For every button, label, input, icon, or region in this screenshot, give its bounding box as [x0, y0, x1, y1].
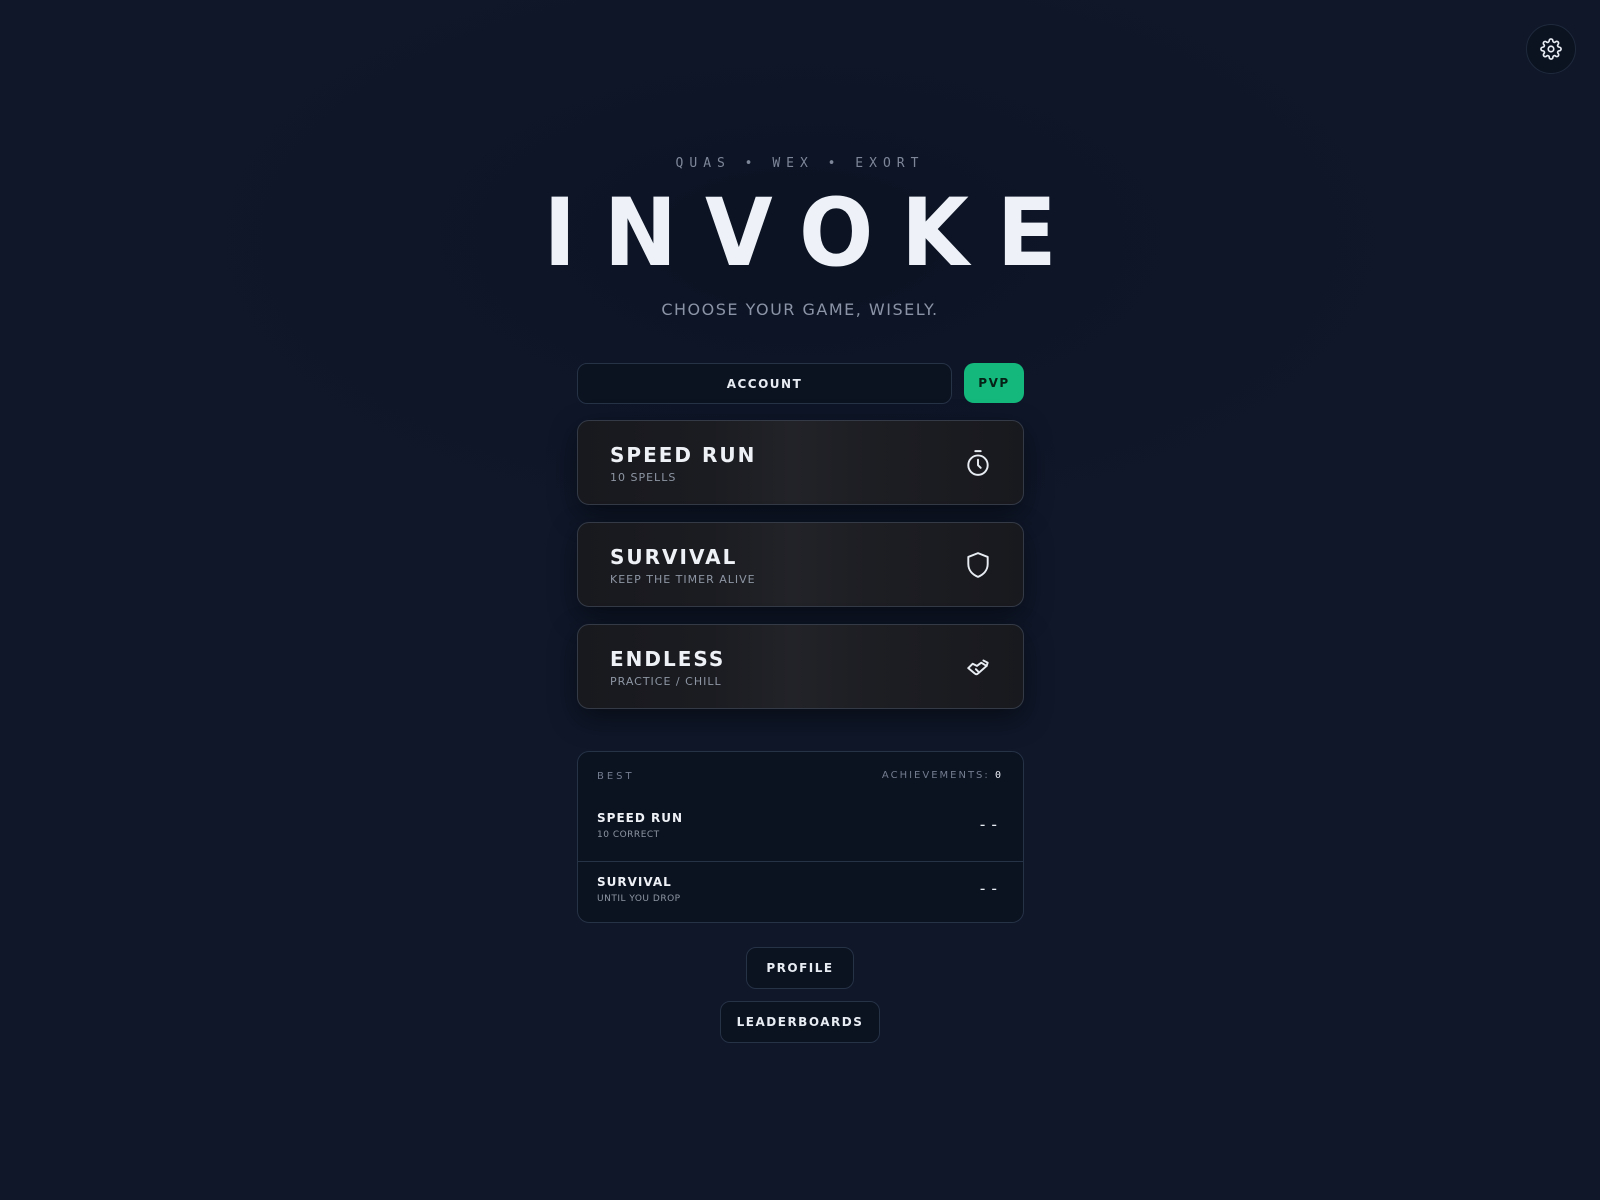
handshake-icon [965, 653, 991, 681]
achievements-counter: ACHIEVEMENTS: 0 [882, 770, 1001, 781]
mode-card-endless[interactable]: ENDLESS PRACTICE / CHILL [577, 624, 1024, 709]
shield-icon [965, 551, 991, 579]
mode-title: SPEED RUN [610, 443, 757, 467]
tagline: QUAS • WEX • EXORT [675, 156, 925, 171]
leaderboards-button[interactable]: LEADERBOARDS [720, 1001, 880, 1043]
best-row-title: SURVIVAL [597, 875, 672, 889]
best-label: BEST [597, 771, 635, 782]
best-row-subtitle: UNTIL YOU DROP [597, 894, 681, 904]
mode-title: SURVIVAL [610, 545, 738, 569]
mode-title: ENDLESS [610, 647, 726, 671]
mode-subtitle: 10 SPELLS [610, 471, 677, 484]
game-logo: INVOKE [543, 179, 1085, 288]
best-row-subtitle: 10 CORRECT [597, 830, 660, 840]
best-row-title: SPEED RUN [597, 811, 683, 825]
stopwatch-icon [965, 449, 991, 477]
mode-card-speed-run[interactable]: SPEED RUN 10 SPELLS [577, 420, 1024, 505]
best-row-value: -- [977, 879, 1001, 898]
pvp-button[interactable]: PVP [964, 363, 1024, 403]
best-row-speed-run: SPEED RUN 10 CORRECT -- [578, 799, 1023, 862]
page-subtitle: CHOOSE YOUR GAME, WISELY. [661, 300, 939, 319]
account-button[interactable]: ACCOUNT [577, 363, 952, 404]
gear-icon [1540, 38, 1562, 60]
best-row-survival: SURVIVAL UNTIL YOU DROP -- [578, 863, 1023, 926]
best-row-value: -- [977, 815, 1001, 834]
mode-subtitle: PRACTICE / CHILL [610, 675, 722, 688]
achievements-count: 0 [994, 770, 1001, 781]
profile-button[interactable]: PROFILE [746, 947, 854, 989]
mode-card-survival[interactable]: SURVIVAL KEEP THE TIMER ALIVE [577, 522, 1024, 607]
achievements-label: ACHIEVEMENTS: [881, 770, 990, 781]
best-scores-panel: BEST ACHIEVEMENTS: 0 SPEED RUN 10 CORREC… [577, 751, 1024, 923]
settings-button[interactable] [1526, 24, 1576, 74]
mode-subtitle: KEEP THE TIMER ALIVE [610, 573, 756, 586]
